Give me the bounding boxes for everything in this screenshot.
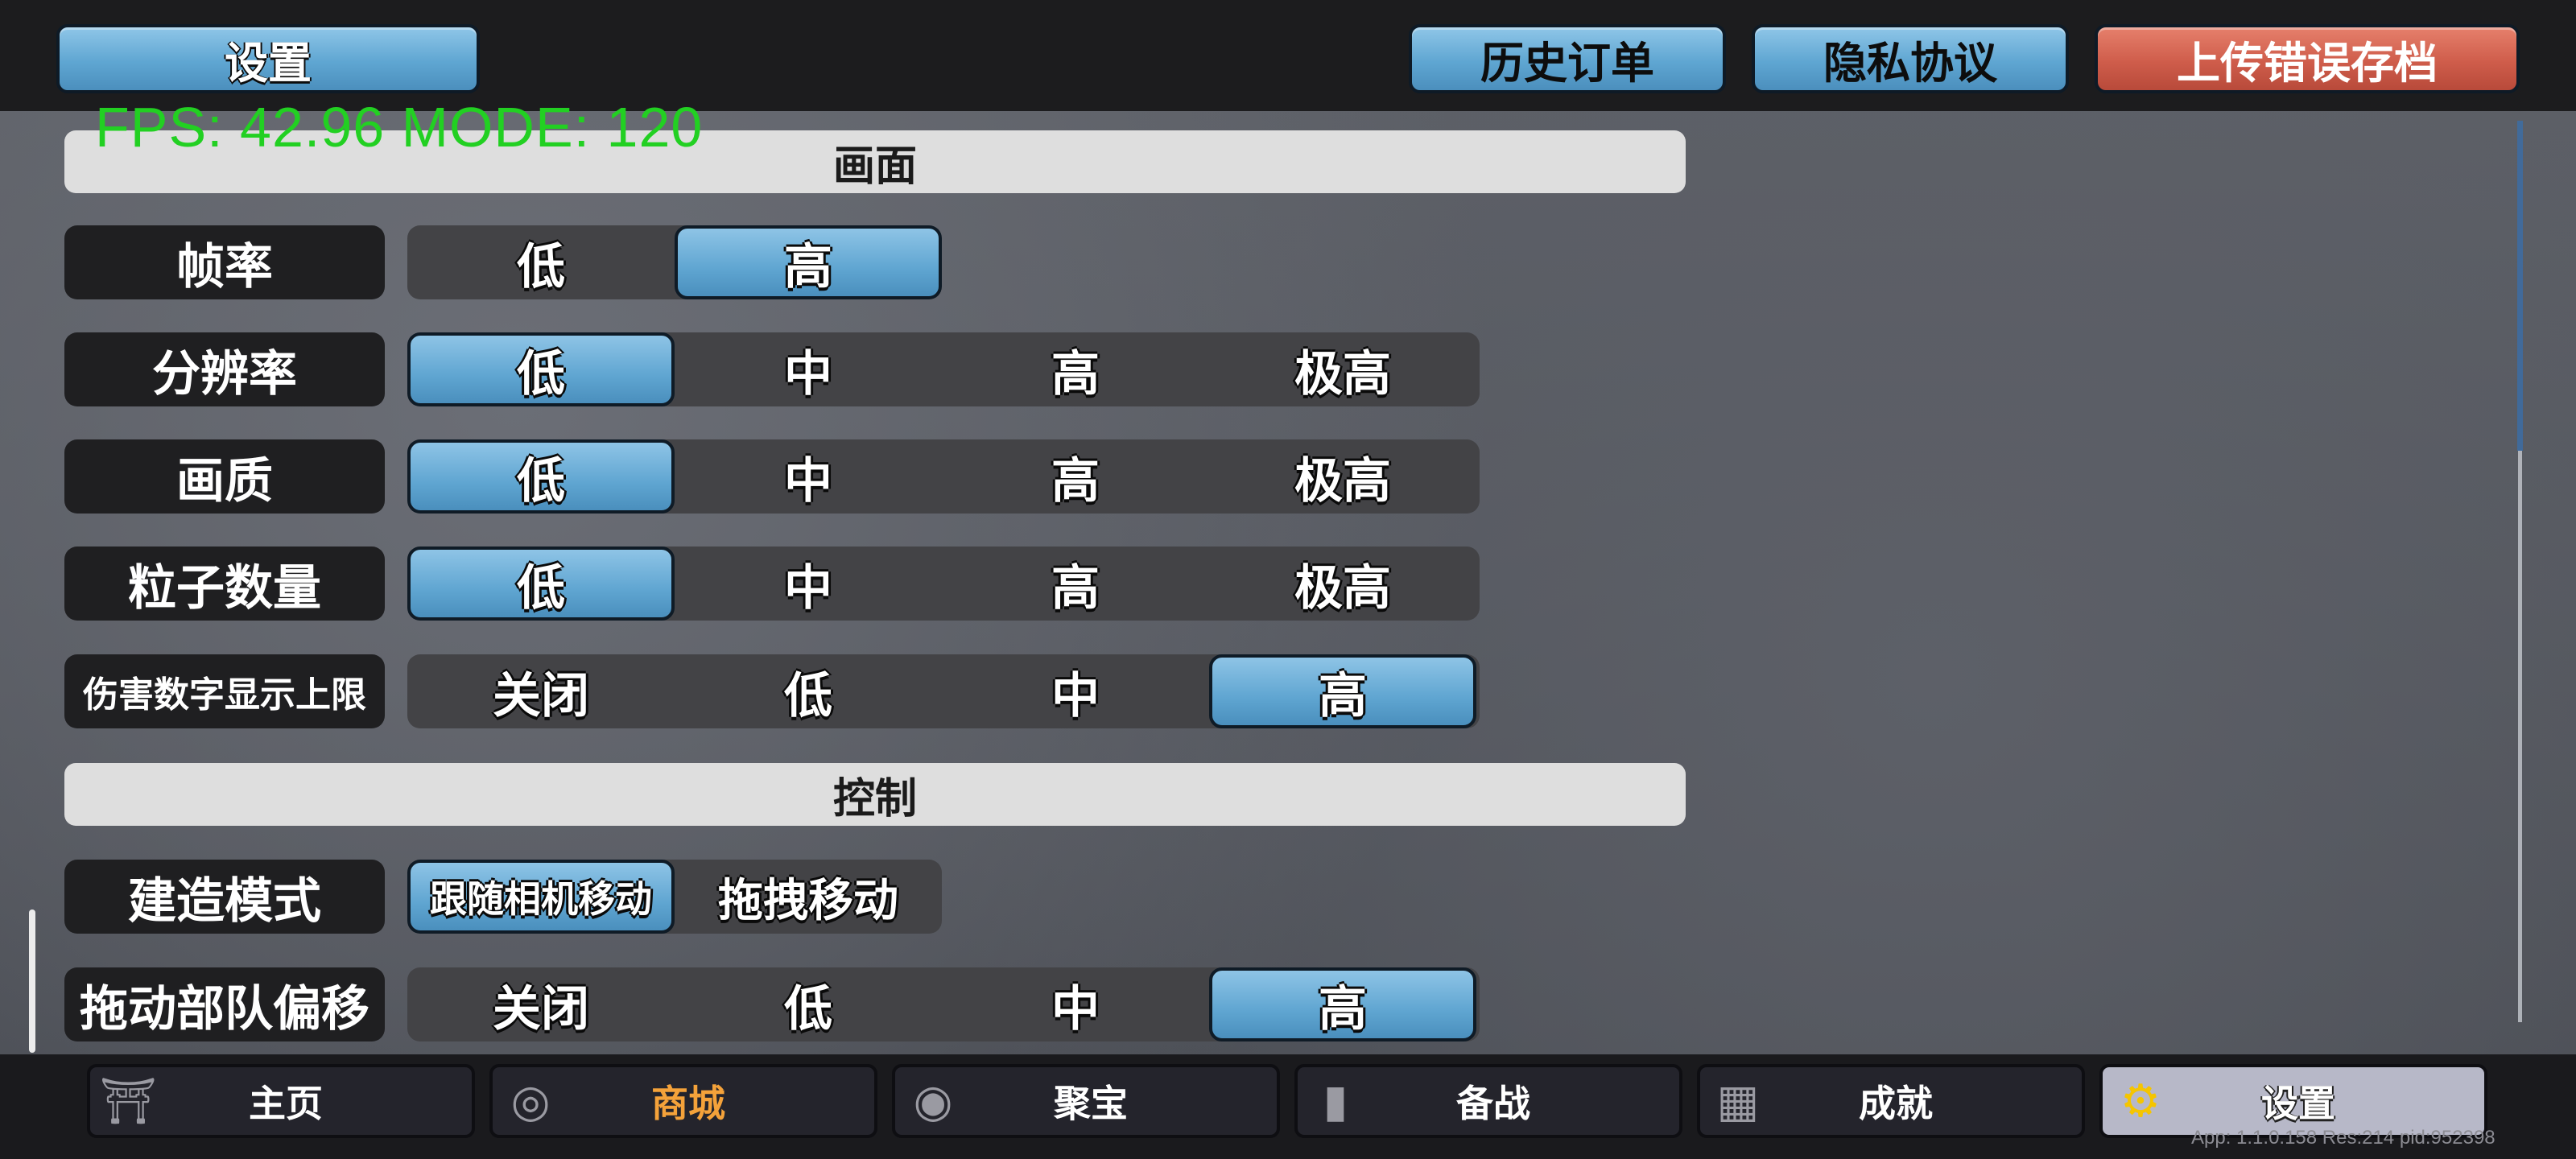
fps-overlay: FPS: 42.96 MODE: 120 [95,96,704,159]
resolution-option-high[interactable]: 高 [942,332,1209,406]
row-label-particles: 粒子数量 [64,547,385,621]
particles-option-medium[interactable]: 中 [675,547,942,621]
scrollbar-thumb[interactable] [2517,121,2523,451]
nav-settings-label: 设置 [2261,1082,2335,1125]
particles-option-high[interactable]: 高 [942,547,1209,621]
particles-options: 低 中 高 极高 [407,547,1480,621]
cards-icon: ▮ [1323,1074,1348,1128]
nav-treasure-label: 聚宝 [1054,1082,1128,1125]
framerate-options: 低 高 [407,225,942,299]
particles-option-low[interactable]: 低 [407,547,675,621]
quality-option-medium[interactable]: 中 [675,439,942,514]
version-info: App: 1.1.0.158 Res:214 pid:952398 [2191,1127,2496,1149]
drag-offset-options: 关闭 低 中 高 [407,967,1480,1041]
quality-option-ultra[interactable]: 极高 [1209,439,1476,514]
damage-numbers-options: 关闭 低 中 高 [407,654,1480,728]
quality-option-low[interactable]: 低 [407,439,675,514]
resolution-option-medium[interactable]: 中 [675,332,942,406]
achievements-icon: ▦ [1716,1074,1760,1128]
quality-options: 低 中 高 极高 [407,439,1480,514]
nav-prepare[interactable]: ▮ 备战 [1294,1064,1682,1138]
treasure-icon: ◉ [913,1074,953,1128]
damage-numbers-option-medium[interactable]: 中 [942,654,1209,728]
drag-offset-option-off[interactable]: 关闭 [407,967,675,1041]
home-icon: ⛩ [99,1075,157,1128]
drag-offset-option-medium[interactable]: 中 [942,967,1209,1041]
nav-achievements[interactable]: ▦ 成就 [1697,1064,2085,1138]
damage-numbers-option-high[interactable]: 高 [1209,654,1476,728]
gear-icon: ⚙ [2120,1074,2161,1128]
row-label-build-mode: 建造模式 [64,860,385,934]
history-orders-button[interactable]: 历史订单 [1409,24,1726,93]
row-label-resolution: 分辨率 [64,332,385,406]
row-label-damage-numbers: 伤害数字显示上限 [64,654,385,728]
particles-option-ultra[interactable]: 极高 [1209,547,1476,621]
quality-option-high[interactable]: 高 [942,439,1209,514]
nav-shop-label: 商城 [651,1082,725,1125]
vertical-scrollbar[interactable] [2517,121,2523,1022]
drag-offset-option-high[interactable]: 高 [1209,967,1476,1041]
nav-treasure[interactable]: ◉ 聚宝 [892,1064,1280,1138]
section-header-control: 控制 [64,763,1686,826]
nav-home[interactable]: ⛩ 主页 [87,1064,475,1138]
coins-icon: ◎ [510,1074,551,1128]
framerate-option-low[interactable]: 低 [407,225,675,299]
build-mode-option-drag[interactable]: 拖拽移动 [675,860,942,934]
row-label-framerate: 帧率 [64,225,385,299]
drag-offset-option-low[interactable]: 低 [675,967,942,1041]
privacy-policy-button[interactable]: 隐私协议 [1752,24,2069,93]
damage-numbers-option-low[interactable]: 低 [675,654,942,728]
build-mode-options: 跟随相机移动 拖拽移动 [407,860,942,934]
left-scroll-indicator [29,909,35,1053]
upload-error-save-button[interactable]: 上传错误存档 [2095,24,2520,93]
resolution-option-ultra[interactable]: 极高 [1209,332,1476,406]
nav-prepare-label: 备战 [1456,1082,1530,1125]
nav-shop[interactable]: ◎ 商城 [489,1064,877,1138]
settings-content[interactable]: 画面 帧率 低 高 分辨率 低 中 高 极高 画质 低 中 高 极高 粒子数量 … [0,111,2576,1054]
build-mode-option-follow-camera[interactable]: 跟随相机移动 [407,860,675,934]
row-label-quality: 画质 [64,439,385,514]
resolution-option-low[interactable]: 低 [407,332,675,406]
row-label-drag-offset: 拖动部队偏移 [64,967,385,1041]
nav-home-label: 主页 [249,1082,323,1125]
nav-achievements-label: 成就 [1859,1082,1933,1125]
framerate-option-high[interactable]: 高 [675,225,942,299]
settings-title-button[interactable]: 设置 [56,24,480,93]
damage-numbers-option-off[interactable]: 关闭 [407,654,675,728]
resolution-options: 低 中 高 极高 [407,332,1480,406]
